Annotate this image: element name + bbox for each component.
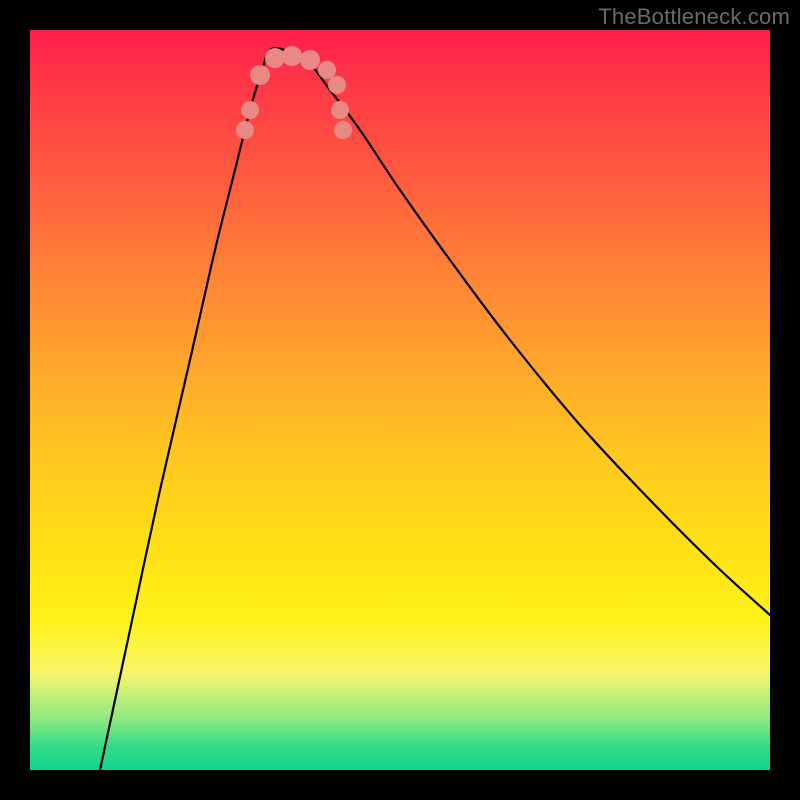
curve-marker: [331, 101, 349, 119]
watermark-text: TheBottleneck.com: [598, 4, 790, 30]
curve-marker: [236, 121, 254, 139]
plot-area: [30, 30, 770, 770]
curve-marker: [328, 76, 346, 94]
chart-svg: [30, 30, 770, 770]
curve-marker: [300, 50, 320, 70]
curve-marker: [318, 61, 336, 79]
curve-marker: [282, 46, 302, 66]
bottleneck-curve: [100, 48, 770, 770]
app-frame: TheBottleneck.com: [0, 0, 800, 800]
curve-marker: [250, 65, 270, 85]
curve-marker: [265, 48, 285, 68]
curve-marker: [334, 121, 352, 139]
curve-markers: [236, 46, 352, 139]
curve-marker: [241, 101, 259, 119]
